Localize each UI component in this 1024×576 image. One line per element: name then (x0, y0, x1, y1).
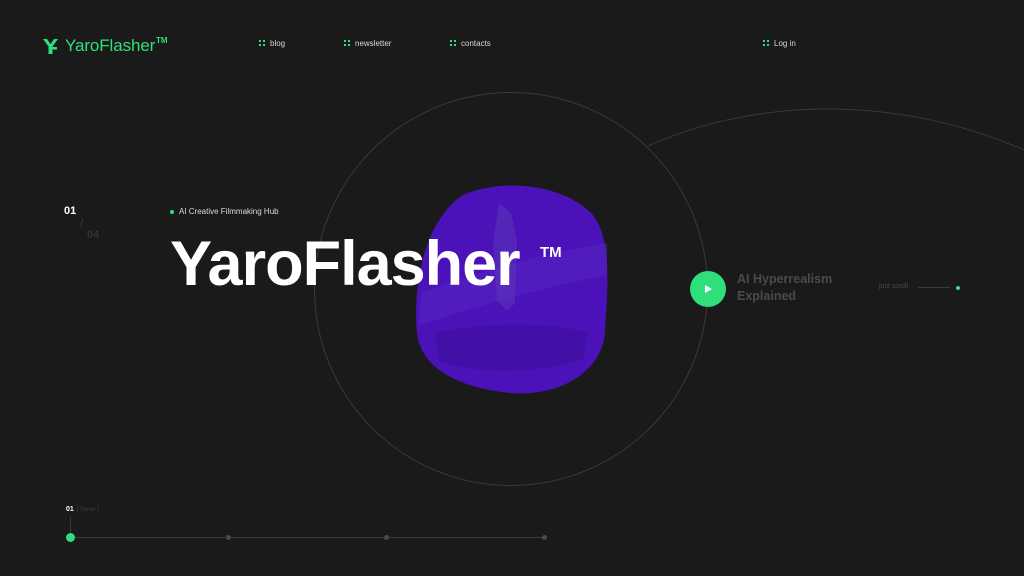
nav-item-blog[interactable]: blog (259, 39, 285, 48)
nav-label: newsletter (355, 39, 392, 48)
progress-step-4[interactable] (541, 535, 547, 540)
scroll-hint-line (918, 287, 950, 288)
nav-label: contacts (461, 39, 491, 48)
login-link[interactable]: Log in (763, 39, 796, 48)
video-title[interactable]: AI Hyperrealism Explained (737, 271, 867, 305)
progress-step-2[interactable] (225, 535, 231, 540)
scroll-hint: just scroll (879, 283, 909, 290)
brand-logo[interactable]: YaroFlasher (42, 36, 155, 56)
progress-section-label: [ home ] (77, 507, 99, 513)
nav-item-newsletter[interactable]: newsletter (344, 39, 391, 48)
yf-logo-icon (43, 38, 58, 54)
progress-step-3[interactable] (383, 535, 389, 540)
hero-tag: AI Creative Filmmaking Hub (170, 207, 279, 216)
play-icon (705, 285, 712, 293)
progress-current: 01 (66, 506, 74, 513)
brand-name: YaroFlasher (65, 36, 156, 55)
hero-title: YaroFlasher (170, 229, 521, 299)
nav-label: blog (270, 39, 286, 48)
slide-counter-current: 01 (64, 205, 77, 217)
grid-dots-icon (259, 40, 266, 47)
login-label: Log in (774, 39, 796, 48)
slide-counter-total: 04 (87, 229, 100, 241)
hero-tag-label: AI Creative Filmmaking Hub (179, 207, 279, 216)
scroll-hint-dot (956, 286, 960, 290)
grid-dots-icon (763, 40, 770, 47)
nav-item-contacts[interactable]: contacts (450, 39, 491, 48)
progress-track (70, 537, 544, 538)
grid-dots-icon (344, 40, 351, 47)
progress-step-1[interactable] (65, 533, 75, 542)
brand-trademark: TM (156, 36, 168, 45)
hero-trademark: TM (540, 244, 562, 261)
status-dot-icon (170, 209, 174, 214)
slide-counter-separator: / (80, 216, 84, 230)
play-video-button[interactable] (690, 271, 726, 307)
progress-tick (70, 517, 71, 532)
grid-dots-icon (450, 40, 457, 47)
